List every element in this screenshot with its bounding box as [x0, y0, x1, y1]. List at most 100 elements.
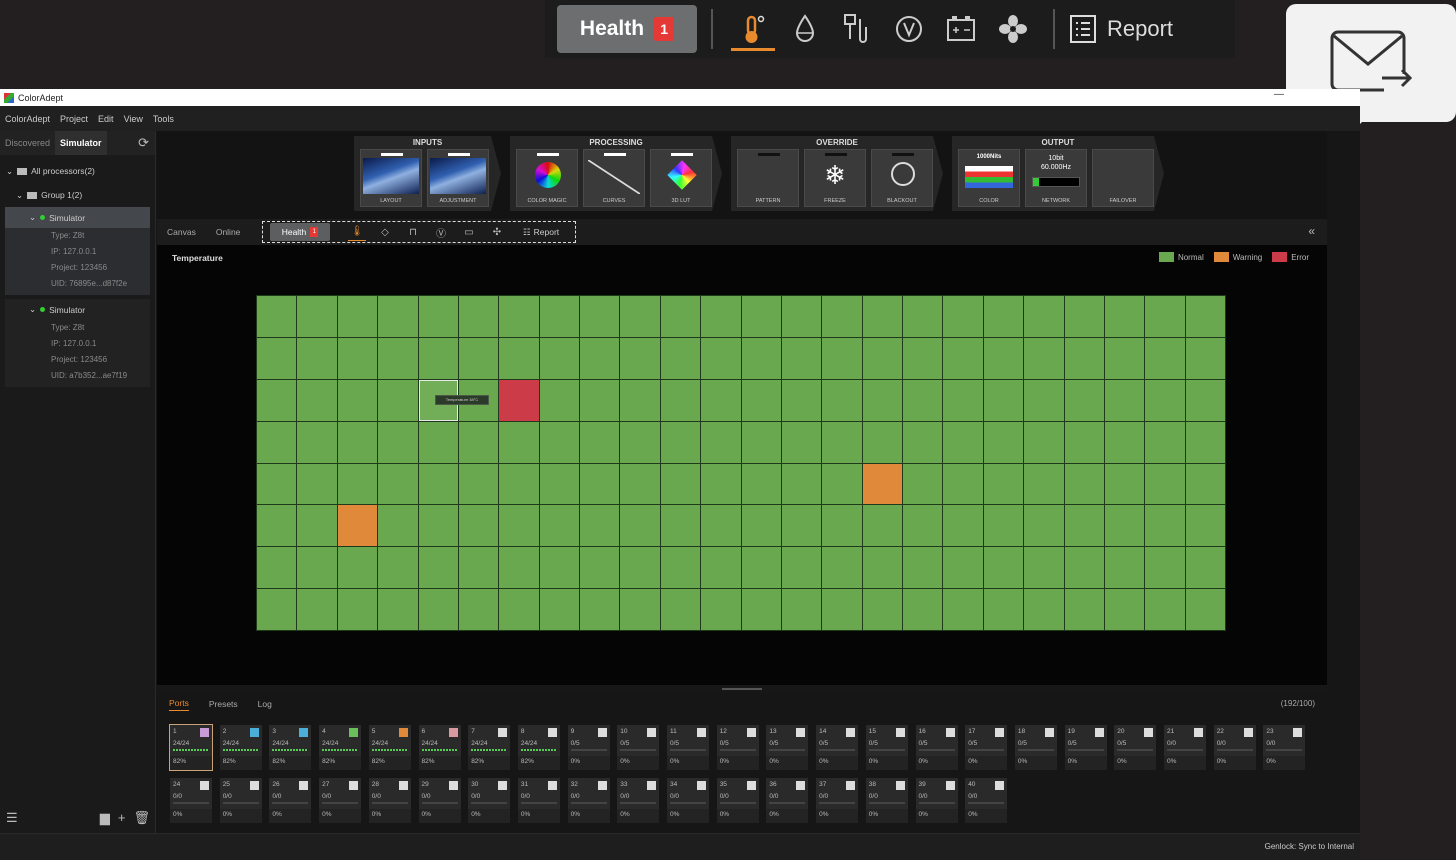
- cabinet-cell[interactable]: [1145, 296, 1185, 337]
- cabinet-cell[interactable]: [620, 505, 660, 547]
- tab-discovered[interactable]: Discovered: [0, 131, 55, 155]
- cabinet-cell[interactable]: [781, 337, 822, 379]
- cabinet-cell[interactable]: [1104, 505, 1145, 547]
- cabinet-cell[interactable]: [1185, 337, 1225, 379]
- cabinet-cell[interactable]: [903, 421, 943, 463]
- cabinet-cell[interactable]: [499, 589, 539, 630]
- port-card[interactable]: 3 24/24 82%: [269, 725, 312, 770]
- port-card[interactable]: 37 0/0 0%: [816, 778, 859, 823]
- port-card[interactable]: 20 0/5 0%: [1114, 725, 1157, 770]
- cabinet-cell[interactable]: [580, 589, 620, 630]
- cabinet-cell[interactable]: [499, 505, 539, 547]
- cabinet-cell[interactable]: [822, 296, 862, 337]
- cabinet-cell[interactable]: [1024, 337, 1064, 379]
- cabinet-cell[interactable]: [1064, 505, 1104, 547]
- cabinet-cell[interactable]: [1185, 463, 1225, 505]
- cabinet-cell[interactable]: [983, 547, 1024, 589]
- cabinet-cell[interactable]: [741, 505, 781, 547]
- cabinet-cell[interactable]: [943, 505, 983, 547]
- cabinet-cell[interactable]: [822, 379, 862, 421]
- cabinet-cell[interactable]: [903, 589, 943, 630]
- cabinet-cell[interactable]: [701, 337, 741, 379]
- cabinet-cell[interactable]: [458, 505, 499, 547]
- cabinet-cell[interactable]: [499, 296, 539, 337]
- cabinet-cell[interactable]: [983, 379, 1024, 421]
- cabinet-cell[interactable]: [580, 463, 620, 505]
- thermometer-icon[interactable]: [727, 5, 779, 53]
- cabinet-cell[interactable]: [378, 589, 418, 630]
- cabinet-cell[interactable]: [1064, 296, 1104, 337]
- menu-coloradept[interactable]: ColorAdept: [5, 114, 50, 124]
- cabinet-cell[interactable]: [297, 379, 337, 421]
- port-card[interactable]: 34 0/0 0%: [667, 778, 709, 823]
- cabinet-cell[interactable]: [1145, 337, 1185, 379]
- cabinet-cell[interactable]: [1145, 505, 1185, 547]
- cabinet-cell[interactable]: [499, 337, 539, 379]
- port-card[interactable]: 12 0/5 0%: [716, 725, 759, 770]
- cabinet-cell[interactable]: [660, 547, 701, 589]
- cabinet-cell[interactable]: [539, 589, 579, 630]
- cabinet-cell[interactable]: [943, 547, 983, 589]
- port-card[interactable]: 4 24/24 82%: [319, 725, 362, 770]
- cabinet-cell[interactable]: [297, 547, 337, 589]
- tab-health[interactable]: Health 1: [270, 223, 330, 241]
- cabinet-cell[interactable]: [701, 463, 741, 505]
- cabinet-cell[interactable]: [1064, 337, 1104, 379]
- port-card[interactable]: 17 0/5 0%: [965, 725, 1008, 770]
- cabinet-cell[interactable]: [1024, 463, 1064, 505]
- cabinet-cell[interactable]: [297, 337, 337, 379]
- cabinet-cell[interactable]: [378, 379, 418, 421]
- voltage-icon[interactable]: Ⓥ: [432, 223, 450, 241]
- cabinet-cell[interactable]: [862, 379, 902, 421]
- collapse-panel-icon[interactable]: «: [1308, 224, 1315, 238]
- port-card[interactable]: 33 0/0 0%: [617, 778, 660, 823]
- cabinet-cell[interactable]: [1064, 589, 1104, 630]
- port-card[interactable]: 1 24/24 82%: [169, 724, 213, 771]
- cabinet-cell[interactable]: [822, 421, 862, 463]
- cabinet-cell[interactable]: [862, 505, 902, 547]
- cabinet-cell[interactable]: [660, 463, 701, 505]
- cabinet-cell[interactable]: [418, 337, 458, 379]
- tile-pattern[interactable]: PATTERN: [737, 149, 799, 207]
- cabinet-cell[interactable]: [822, 337, 862, 379]
- cabinet-cell[interactable]: [1104, 547, 1145, 589]
- cabinet-cell[interactable]: [1145, 547, 1185, 589]
- voltage-icon[interactable]: [883, 5, 935, 53]
- cabinet-cell[interactable]: [781, 463, 822, 505]
- port-card[interactable]: 22 0/0 0%: [1213, 725, 1256, 770]
- cabinet-cell[interactable]: [862, 589, 902, 630]
- cabinet-cell[interactable]: [257, 463, 297, 505]
- port-card[interactable]: 13 0/5 0%: [766, 725, 809, 770]
- cabinet-cell[interactable]: [660, 337, 701, 379]
- cabinet-cell[interactable]: [660, 379, 701, 421]
- cabinet-cell[interactable]: [458, 547, 499, 589]
- cabinet-cell[interactable]: [458, 421, 499, 463]
- cabinet-cell[interactable]: [741, 379, 781, 421]
- tile-color-magic[interactable]: COLOR MAGIC: [516, 149, 578, 207]
- cabinet-cell[interactable]: [580, 547, 620, 589]
- device-header[interactable]: ⌄ Simulator: [5, 299, 150, 320]
- cabinet-cell[interactable]: [337, 589, 378, 630]
- cabinet-cell[interactable]: [580, 505, 620, 547]
- cabinet-cell[interactable]: [418, 421, 458, 463]
- cabinet-cell[interactable]: [862, 337, 902, 379]
- cabinet-cell[interactable]: [1185, 589, 1225, 630]
- cabinet-cell[interactable]: [337, 379, 378, 421]
- cabinet-cell[interactable]: [458, 589, 499, 630]
- cabinet-cell[interactable]: [539, 379, 579, 421]
- tab-canvas[interactable]: Canvas: [157, 219, 206, 245]
- cabinet-cell[interactable]: [781, 296, 822, 337]
- cabinet-cell[interactable]: [1145, 379, 1185, 421]
- cabinet-cell[interactable]: [499, 547, 539, 589]
- cabinet-cell[interactable]: [862, 296, 902, 337]
- tile-failover[interactable]: FAILOVER: [1092, 149, 1154, 207]
- cabinet-cell[interactable]: [822, 589, 862, 630]
- cabinet-cell[interactable]: [539, 505, 579, 547]
- cabinet-cell[interactable]: [620, 296, 660, 337]
- cabinet-cell[interactable]: [297, 589, 337, 630]
- cabinet-cell[interactable]: [943, 337, 983, 379]
- minimize-button[interactable]: —: [1274, 89, 1284, 100]
- cabinet-cell[interactable]: [701, 379, 741, 421]
- cabinet-cell[interactable]: [903, 463, 943, 505]
- chevron-down-icon[interactable]: ⌄: [29, 212, 36, 223]
